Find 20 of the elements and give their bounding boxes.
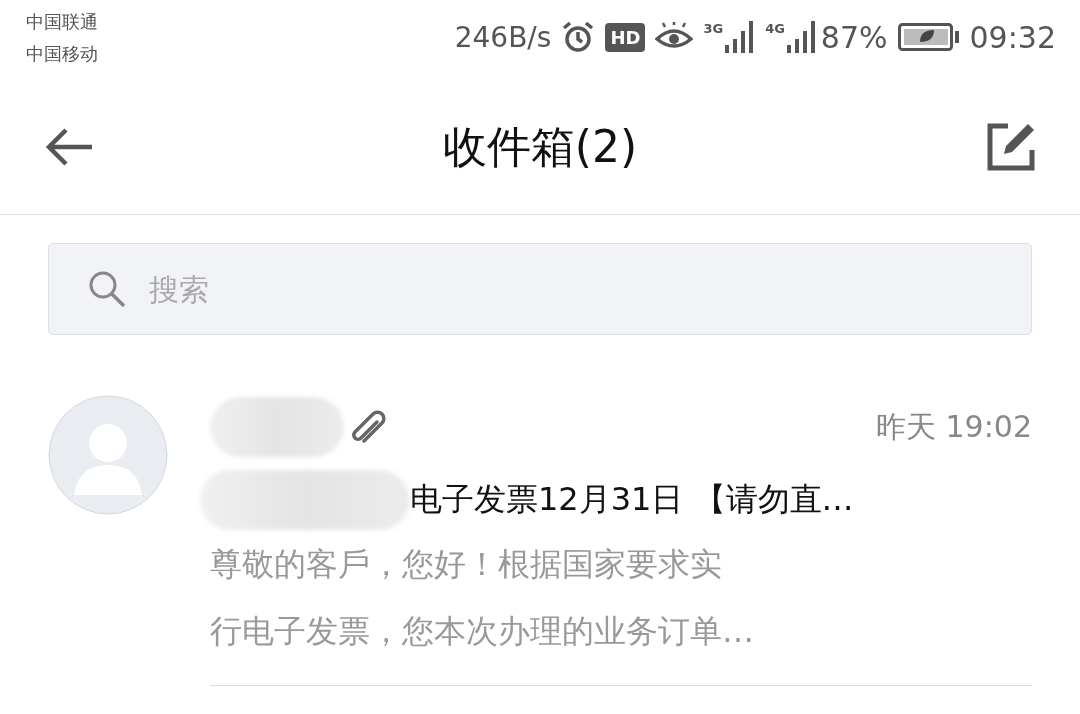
hd-badge: HD xyxy=(605,22,646,52)
compose-icon[interactable] xyxy=(986,122,1036,172)
signal-icon xyxy=(786,21,817,53)
battery-icon xyxy=(897,23,960,51)
battery-percent: 87% xyxy=(820,19,888,55)
back-arrow-icon[interactable] xyxy=(44,127,94,167)
message-time: 昨天 19:02 xyxy=(876,407,1032,446)
signal-icon xyxy=(725,21,756,53)
network-type: 4G xyxy=(765,21,785,36)
clock-time: 09:32 xyxy=(969,19,1056,55)
carrier-name: 中国移动 xyxy=(26,42,98,66)
search-field[interactable]: 搜索 xyxy=(48,243,1032,335)
network-type: 3G xyxy=(703,21,724,36)
network-speed: 246B/s xyxy=(454,20,552,54)
message-preview: 行电子发票，您本次办理的业务订单… xyxy=(210,611,755,652)
page-title: 收件箱(2) xyxy=(442,119,638,174)
carrier-name: 中国联通 xyxy=(26,10,98,34)
message-preview: 尊敬的客戶，您好！根据国家要求实 xyxy=(210,544,723,585)
message-subject: 电子发票12月31日 【请勿直… xyxy=(410,479,854,520)
alarm-icon xyxy=(561,20,596,54)
